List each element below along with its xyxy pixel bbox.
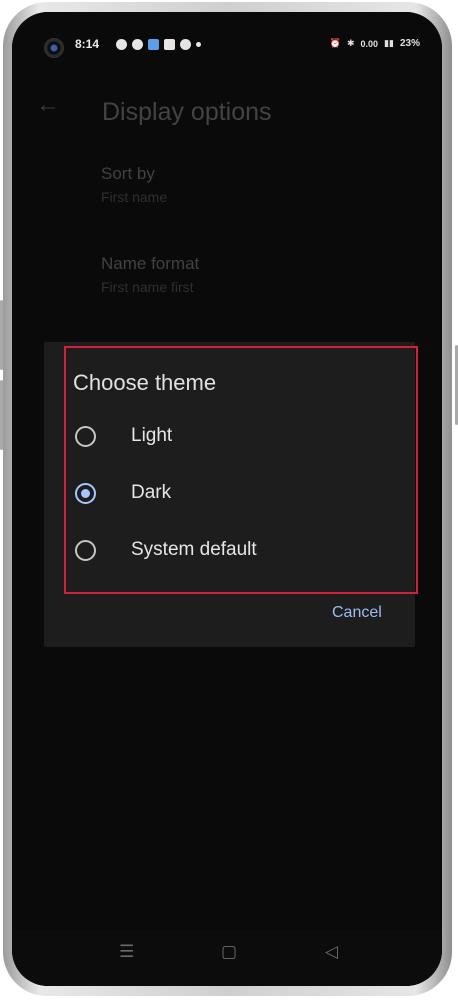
alarm-icon: ⏰ bbox=[329, 38, 341, 48]
pref-value: First name bbox=[101, 189, 168, 205]
status-right-icons: ⏰ ✱ 0.00 ▮▮ 23% bbox=[330, 38, 420, 49]
pref-title: Name format bbox=[101, 254, 200, 273]
status-time: 8:14 bbox=[75, 37, 100, 51]
page-title: Display options bbox=[102, 98, 272, 126]
phone-screen: 8:14 ⏰ ✱ 0.00 ▮▮ 23% ← Display options S… bbox=[12, 12, 442, 986]
pref-title: Sort by bbox=[101, 164, 155, 183]
home-icon[interactable]: ▢ bbox=[221, 942, 237, 962]
camera-cutout bbox=[44, 38, 64, 58]
cancel-button[interactable]: Cancel bbox=[332, 604, 382, 622]
pref-value: First name first bbox=[101, 279, 194, 295]
bluetooth-icon: ✱ bbox=[347, 38, 355, 48]
battery-percentage: 23% bbox=[399, 38, 420, 49]
data-speed-icon: 0.00 bbox=[360, 38, 379, 49]
arrow-left-icon[interactable]: ← bbox=[36, 90, 66, 120]
phone-side-button bbox=[0, 300, 3, 370]
dot-icon bbox=[196, 42, 201, 47]
app-icon bbox=[164, 39, 175, 50]
phone-side-button bbox=[0, 380, 3, 450]
media-icon bbox=[116, 39, 127, 50]
menu-icon[interactable]: ☰ bbox=[119, 942, 134, 962]
app-icon bbox=[180, 39, 191, 50]
pref-name-format[interactable]: Name format First name first bbox=[101, 254, 199, 295]
signal-icon: ▮▮ bbox=[384, 38, 394, 48]
app-icon bbox=[148, 39, 159, 50]
status-left-icons bbox=[116, 39, 201, 50]
highlight-box bbox=[64, 346, 418, 594]
app-icon bbox=[132, 39, 143, 50]
pref-sort-by[interactable]: Sort by First name bbox=[101, 164, 167, 205]
back-icon[interactable]: ◁ bbox=[325, 942, 338, 962]
